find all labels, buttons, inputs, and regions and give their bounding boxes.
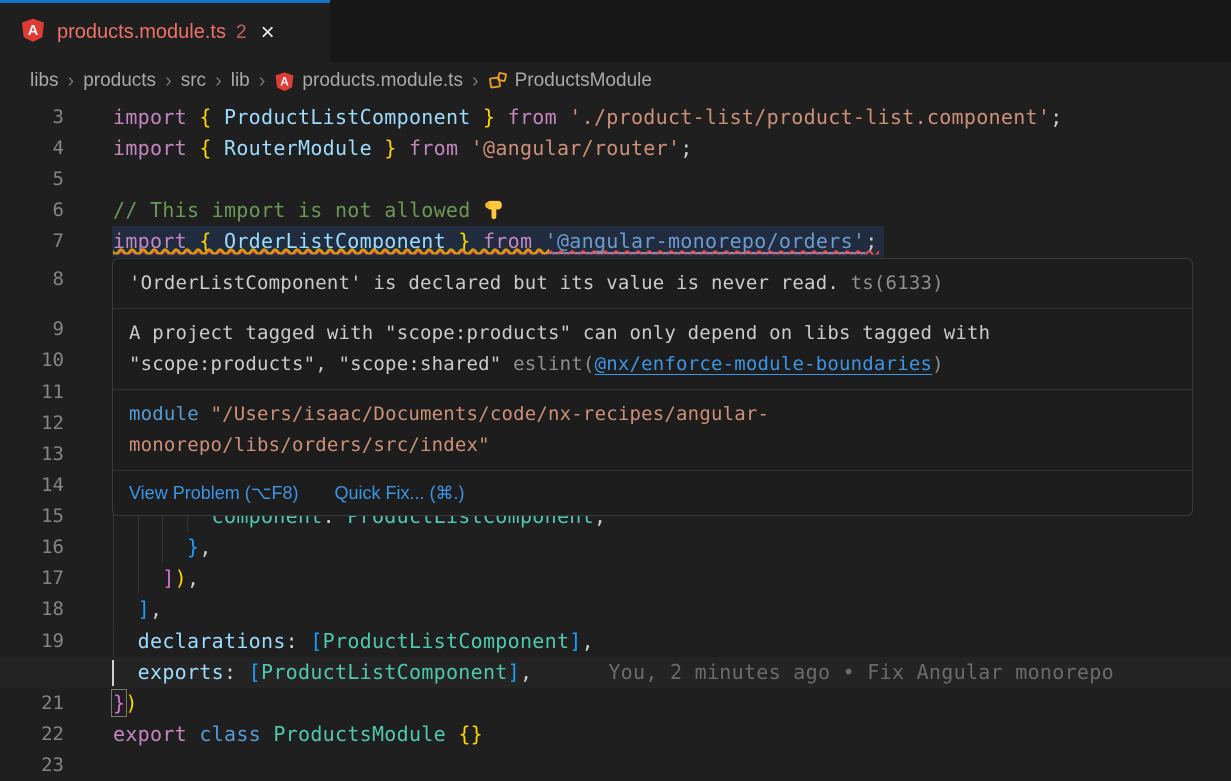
hover-message: 'OrderListComponent' is declared but its… — [113, 259, 1192, 309]
line-number-12[interactable]: 12 — [0, 408, 64, 439]
breadcrumb-separator: › — [472, 70, 479, 93]
git-blame-annotation: You, 2 minutes ago • Fix Angular monorep… — [608, 660, 1114, 684]
code-line-18[interactable]: ], — [113, 594, 162, 625]
line-number-23[interactable]: 23 — [0, 750, 64, 781]
hover-text: 'OrderListComponent' is declared but its… — [129, 272, 839, 294]
angular-icon: A — [274, 71, 295, 92]
line-number-22[interactable]: 22 — [0, 719, 64, 750]
breadcrumb-label: ProductsModule — [515, 70, 652, 92]
line-number-8[interactable]: 8 — [0, 264, 64, 295]
hover-text: monorepo/libs/orders/src/index" — [129, 434, 490, 456]
line-number-15[interactable]: 15 — [0, 501, 64, 532]
code-line-4[interactable]: import { RouterModule } from '@angular/r… — [113, 133, 693, 164]
tab-title: products.module.ts — [57, 21, 226, 44]
hover-text: eslint( — [501, 353, 594, 375]
line-number-21[interactable]: 21 — [0, 688, 64, 719]
text-cursor — [112, 660, 114, 686]
code-line-6[interactable]: // This import is not allowed — [113, 195, 505, 226]
breadcrumb-separator: › — [259, 70, 266, 93]
breadcrumb-item-products[interactable]: products — [83, 70, 156, 92]
code-line-20[interactable]: exports: [ProductListComponent],You, 2 m… — [113, 657, 1114, 688]
hover-text: "/Users/isaac/Documents/code/nx-recipes/… — [199, 403, 769, 425]
hover-actions-row: View Problem (⌥F8) Quick Fix... (⌘.) — [113, 471, 1192, 515]
breadcrumb-item-products-module-ts[interactable]: Aproducts.module.ts — [274, 70, 463, 92]
breadcrumb-label: lib — [231, 70, 250, 92]
line-number-5[interactable]: 5 — [0, 164, 64, 195]
breadcrumb-separator: › — [68, 70, 75, 93]
hover-message: A project tagged with "scope:products" c… — [113, 309, 1192, 390]
line-number-3[interactable]: 3 — [0, 102, 64, 133]
line-number-6[interactable]: 6 — [0, 195, 64, 226]
hover-action-view-problem-f8[interactable]: View Problem (⌥F8) — [129, 480, 298, 506]
breadcrumb: libs › products › src › lib › Aproducts.module.t… — [0, 62, 1231, 100]
pointing-down-emoji-icon — [483, 198, 505, 222]
breadcrumb-item-lib[interactable]: lib — [231, 70, 250, 92]
code-line-3[interactable]: import { ProductListComponent } from './… — [113, 102, 1063, 133]
line-number-13[interactable]: 13 — [0, 439, 64, 470]
line-number-7[interactable]: 7 — [0, 226, 64, 257]
code-editor[interactable]: 34567891011121314151617181920212223 impo… — [0, 100, 1231, 780]
breadcrumb-label: products.module.ts — [302, 70, 463, 92]
breadcrumb-label: src — [181, 70, 206, 92]
hover-message: module "/Users/isaac/Documents/code/nx-r… — [113, 390, 1192, 471]
breadcrumb-separator: › — [215, 70, 222, 93]
line-number-17[interactable]: 17 — [0, 563, 64, 594]
hover-text: module — [129, 403, 199, 425]
hover-text: "scope:products", "scope:shared" — [129, 353, 501, 375]
hover-action-quick-fix[interactable]: Quick Fix... (⌘.) — [334, 480, 464, 506]
tab-problems-badge: 2 — [236, 22, 247, 44]
diagnostics-hover-popup: 'OrderListComponent' is declared but its… — [112, 258, 1193, 516]
code-line-17[interactable]: ]), — [113, 563, 199, 594]
code-line-21[interactable]: }) — [113, 688, 138, 719]
warning-squiggle — [113, 232, 549, 258]
line-number-4[interactable]: 4 — [0, 133, 64, 164]
line-number-9[interactable]: 9 — [0, 314, 64, 345]
code-line-19[interactable]: declarations: [ProductListComponent], — [113, 626, 594, 657]
angular-icon: A — [20, 17, 46, 48]
hover-text: ts(6133) — [839, 272, 944, 294]
line-number-18[interactable]: 18 — [0, 594, 64, 625]
hover-text: ) — [932, 353, 944, 375]
breadcrumb-item-src[interactable]: src — [181, 70, 206, 92]
close-icon[interactable]: × — [261, 21, 275, 45]
breadcrumb-label: products — [83, 70, 156, 92]
tab-bar: A products.module.ts 2 × — [0, 0, 1231, 62]
line-number-11[interactable]: 11 — [0, 377, 64, 408]
svg-text:A: A — [28, 23, 39, 39]
line-number-10[interactable]: 10 — [0, 345, 64, 376]
code-line-22[interactable]: export class ProductsModule {} — [113, 719, 483, 750]
line-number-19[interactable]: 19 — [0, 626, 64, 657]
hover-rule-link[interactable]: @nx/enforce-module-boundaries — [595, 353, 933, 375]
breadcrumb-separator: › — [165, 70, 172, 93]
breadcrumb-item-libs[interactable]: libs — [30, 70, 59, 92]
line-number-14[interactable]: 14 — [0, 470, 64, 501]
code-line-16[interactable]: }, — [113, 532, 212, 563]
breadcrumb-item-productsmodule[interactable]: ProductsModule — [488, 70, 652, 92]
class-icon — [488, 71, 508, 91]
breadcrumb-label: libs — [30, 70, 59, 92]
tab-products-module[interactable]: A products.module.ts 2 × — [0, 0, 330, 62]
svg-text:A: A — [281, 74, 290, 88]
hover-text: A project tagged with "scope:products" c… — [129, 322, 990, 344]
line-number-16[interactable]: 16 — [0, 532, 64, 563]
